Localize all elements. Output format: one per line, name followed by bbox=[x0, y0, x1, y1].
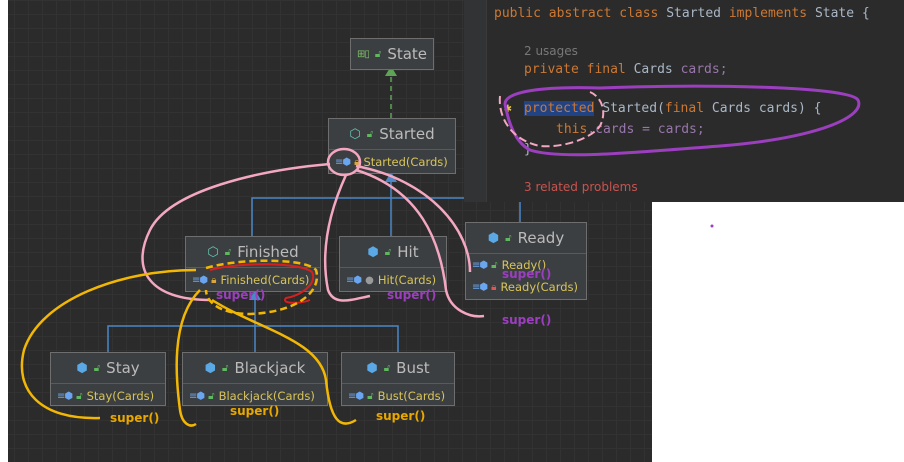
annotation-pink-to-finished bbox=[141, 162, 331, 302]
annotation-pink-to-hit bbox=[323, 174, 371, 302]
annotation-layer bbox=[20, 84, 861, 427]
super-label-blackjack: super() bbox=[230, 404, 280, 418]
annotation-pink-circle bbox=[326, 147, 362, 177]
annotation-purple-loop bbox=[503, 84, 861, 157]
annotation-yellow-to-blackjack bbox=[175, 289, 201, 427]
super-label-stay: super() bbox=[110, 411, 160, 425]
super-label-hit: super() bbox=[387, 288, 437, 302]
super-label-ready-2: super() bbox=[502, 313, 552, 327]
super-label-bust: super() bbox=[376, 409, 426, 423]
annotation-pink-to-ready-ctor bbox=[355, 164, 472, 273]
super-label-finished: super() bbox=[216, 288, 266, 302]
annotation-pink-dash bbox=[498, 91, 605, 148]
annotation-dot bbox=[710, 224, 714, 228]
annotation-yellow-to-stay bbox=[20, 268, 197, 420]
super-label-ready: super() bbox=[502, 267, 552, 281]
